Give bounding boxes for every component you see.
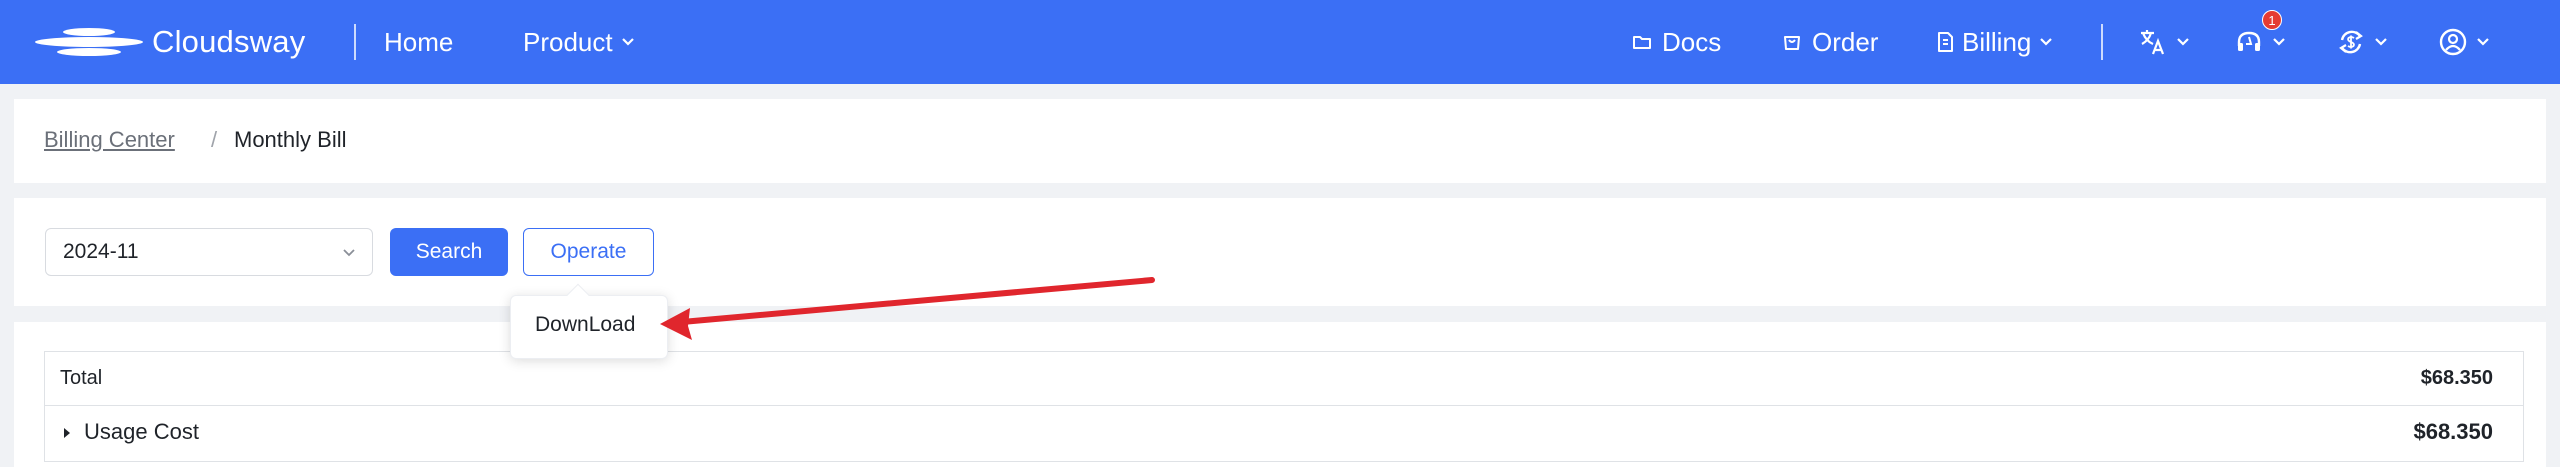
bill-document-icon [1938, 32, 1953, 52]
nav-docs-label: Docs [1662, 26, 1722, 57]
folder-icon [1633, 36, 1651, 49]
chevron-down-icon [621, 38, 634, 46]
month-select-value: 2024-11 [63, 240, 139, 263]
operate-dropdown: DownLoad [510, 295, 668, 359]
brand-logo[interactable]: Cloudsway [34, 22, 305, 62]
user-avatar-icon [2439, 28, 2467, 56]
usage-cost-value: $68.350 [2413, 419, 2493, 444]
chevron-down-icon [2273, 38, 2285, 46]
language-switcher[interactable] [2138, 20, 2190, 64]
breadcrumb-current: Monthly Bill [234, 127, 347, 152]
nav-billing[interactable]: Billing [1936, 20, 2053, 64]
breadcrumb-billing-center[interactable]: Billing Center [44, 127, 175, 153]
nav-docs[interactable]: Docs [1632, 20, 1721, 64]
chevron-down-icon [343, 249, 355, 257]
nav-product-label: Product [523, 26, 613, 57]
bill-summary: Total $68.350 Usage Cost $68.350 [14, 322, 2546, 467]
currency-switcher[interactable] [2336, 20, 2388, 64]
translate-icon [2141, 30, 2165, 55]
nav-home-label: Home [384, 26, 454, 57]
notification-badge: 1 [2262, 10, 2282, 30]
chevron-down-icon [2177, 38, 2189, 46]
nav-product[interactable]: Product [523, 20, 635, 64]
operate-button[interactable]: Operate [523, 228, 654, 276]
caret-right-icon[interactable] [62, 427, 72, 439]
chevron-down-icon [2477, 38, 2489, 46]
nav-divider [2101, 24, 2103, 60]
shopping-bag-icon [1784, 36, 1800, 50]
total-label: Total [60, 367, 103, 389]
total-value: $68.350 [2420, 367, 2493, 389]
chevron-down-icon [2040, 38, 2053, 46]
nav-home[interactable]: Home [384, 20, 453, 64]
usage-cost-label: Usage Cost [84, 419, 199, 444]
nav-order[interactable]: Order [1782, 20, 1878, 64]
nav-order-label: Order [1812, 26, 1879, 57]
support-headset-icon [2237, 31, 2261, 51]
breadcrumb-separator: / [211, 127, 218, 152]
nav-billing-label: Billing [1962, 26, 2032, 57]
currency-exchange-icon [2339, 30, 2363, 54]
chevron-down-icon [2375, 38, 2387, 46]
table-row: Total $68.350 [45, 352, 2523, 406]
download-menu-item[interactable]: DownLoad [535, 313, 635, 337]
table-row[interactable]: Usage Cost $68.350 [45, 406, 2523, 461]
cloud-logo-icon [35, 28, 143, 56]
notifications-menu[interactable]: 1 [2234, 10, 2286, 64]
month-select[interactable]: 2024-11 [45, 228, 373, 276]
user-menu[interactable] [2438, 20, 2490, 64]
filter-bar: 2024-11 Search Operate [14, 198, 2546, 306]
search-button[interactable]: Search [390, 228, 508, 276]
nav-divider [354, 24, 356, 60]
brand-name: Cloudsway [152, 24, 306, 59]
bill-table: Total $68.350 Usage Cost $68.350 [44, 351, 2524, 462]
top-navbar: Cloudsway Home Product Docs Order Billin… [0, 0, 2560, 84]
breadcrumb: Billing Center / Monthly Bill [14, 99, 2546, 183]
